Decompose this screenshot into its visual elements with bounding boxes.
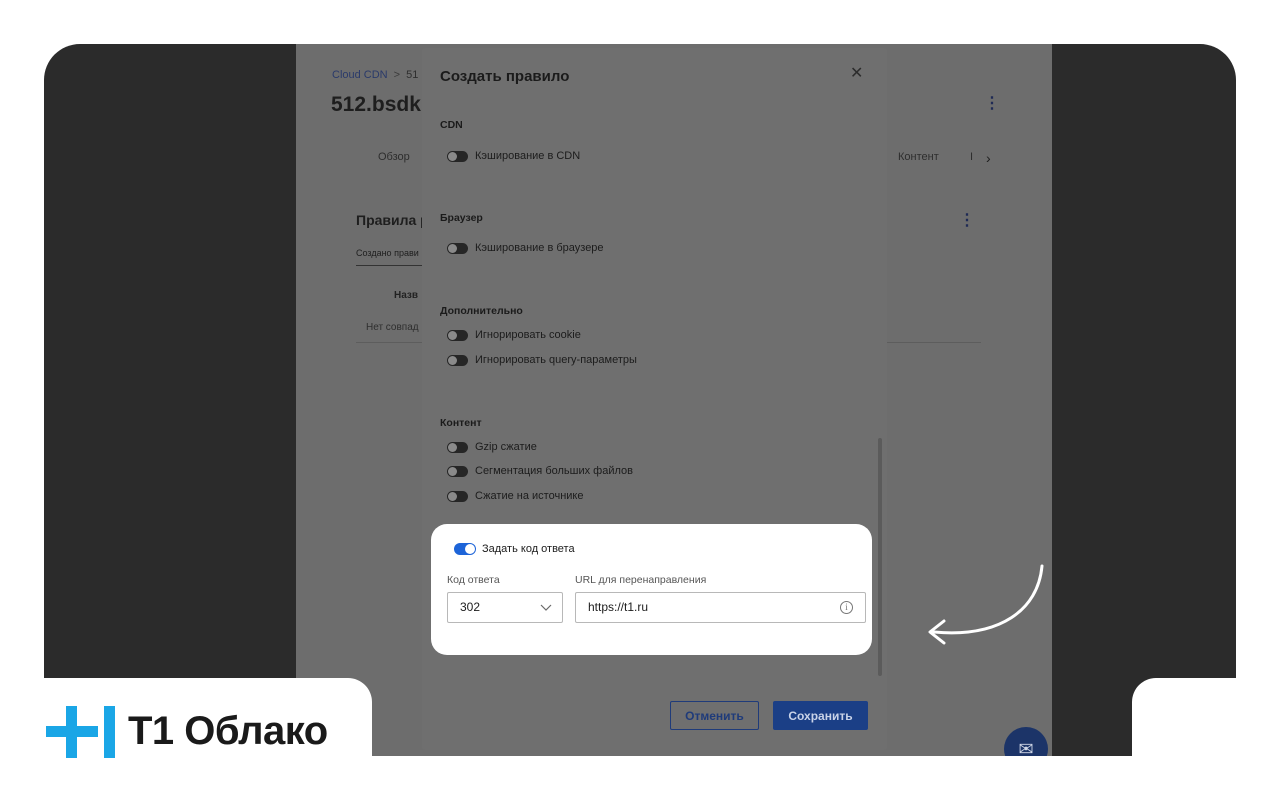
breadcrumb-root[interactable]: Cloud CDN: [332, 69, 388, 81]
empty-state-text: Нет совпад: [366, 322, 419, 333]
arrow-icon: [928, 564, 1044, 645]
rules-heading: Правила р: [356, 212, 429, 228]
response-code-card: Задать код ответа Код ответа URL для пер…: [431, 524, 872, 655]
breadcrumb-separator: >: [393, 69, 401, 81]
modal-scrollbar[interactable]: [878, 438, 882, 676]
toggle-switch[interactable]: [447, 150, 468, 162]
toggle-row-ignore-query[interactable]: Игнорировать query-параметры: [447, 353, 637, 367]
corner-background: [1132, 678, 1280, 800]
tab-overview[interactable]: Обзор: [378, 151, 410, 163]
response-code-label: Код ответа: [447, 574, 500, 586]
modal-title: Создать правило: [440, 68, 570, 85]
toggle-label: Кэширование в CDN: [475, 150, 581, 162]
kebab-menu-icon[interactable]: ⋮: [984, 93, 1000, 113]
toggle-row-cdn-cache[interactable]: Кэширование в CDN: [447, 149, 580, 163]
save-button[interactable]: Сохранить: [773, 701, 868, 730]
toggle-label: Кэширование в браузере: [475, 242, 604, 254]
breadcrumb-current[interactable]: 51: [406, 69, 418, 81]
section-content-title: Контент: [440, 417, 482, 429]
toggle-row-gzip[interactable]: Gzip сжатие: [447, 440, 537, 454]
redirect-url-label: URL для перенаправления: [575, 574, 707, 586]
tab-content[interactable]: Контент: [898, 151, 939, 163]
response-code-value: 302: [460, 600, 481, 614]
tab-more[interactable]: I: [970, 151, 973, 163]
toggle-switch[interactable]: [447, 441, 468, 453]
redirect-url-input[interactable]: https://t1.ru i: [575, 592, 866, 623]
toggle-label: Игнорировать cookie: [475, 329, 581, 341]
mail-icon[interactable]: ✉: [1004, 727, 1048, 756]
redirect-url-value: https://t1.ru: [588, 600, 649, 614]
toggle-row-segmentation[interactable]: Сегментация больших файлов: [447, 464, 633, 478]
section-cdn-title: CDN: [440, 119, 463, 131]
logo-plus-icon: [46, 706, 115, 758]
toggle-label: Gzip сжатие: [475, 441, 537, 453]
column-header-name: Назв: [394, 290, 419, 301]
toggle-switch[interactable]: [447, 354, 468, 366]
toggle-switch[interactable]: [447, 465, 468, 477]
logo-text: T1 Облако: [128, 709, 328, 753]
toggle-switch-on[interactable]: [454, 543, 476, 555]
cancel-button[interactable]: Отменить: [670, 701, 759, 730]
section-browser-title: Браузер: [440, 212, 483, 224]
kebab-menu-icon[interactable]: ⋮: [959, 210, 975, 230]
close-icon[interactable]: ✕: [850, 66, 863, 82]
toggle-label: Задать код ответа: [482, 543, 575, 555]
toggle-label: Сжатие на источнике: [475, 490, 584, 502]
breadcrumb: Cloud CDN >51: [332, 69, 418, 81]
toggle-label: Сегментация больших файлов: [475, 465, 633, 477]
toggle-switch[interactable]: [447, 242, 468, 254]
toggle-row-browser-cache[interactable]: Кэширование в браузере: [447, 241, 604, 255]
subtab-created[interactable]: Создано прави: [356, 248, 419, 258]
subtab-underline: [356, 265, 426, 266]
chevron-down-icon[interactable]: [540, 593, 552, 633]
toggle-label: Игнорировать query-параметры: [475, 354, 637, 366]
toggle-switch[interactable]: [447, 329, 468, 341]
chevron-right-icon[interactable]: ›: [986, 150, 991, 166]
toggle-switch[interactable]: [447, 490, 468, 502]
toggle-row-response-code[interactable]: Задать код ответа: [454, 543, 575, 555]
toggle-row-ignore-cookie[interactable]: Игнорировать cookie: [447, 328, 581, 342]
section-extra-title: Дополнительно: [440, 305, 523, 317]
response-code-select[interactable]: 302: [447, 592, 563, 623]
toggle-row-origin-compression[interactable]: Сжатие на источнике: [447, 489, 583, 503]
info-icon[interactable]: i: [840, 601, 853, 614]
page-title: 512.bsdk: [331, 93, 421, 116]
